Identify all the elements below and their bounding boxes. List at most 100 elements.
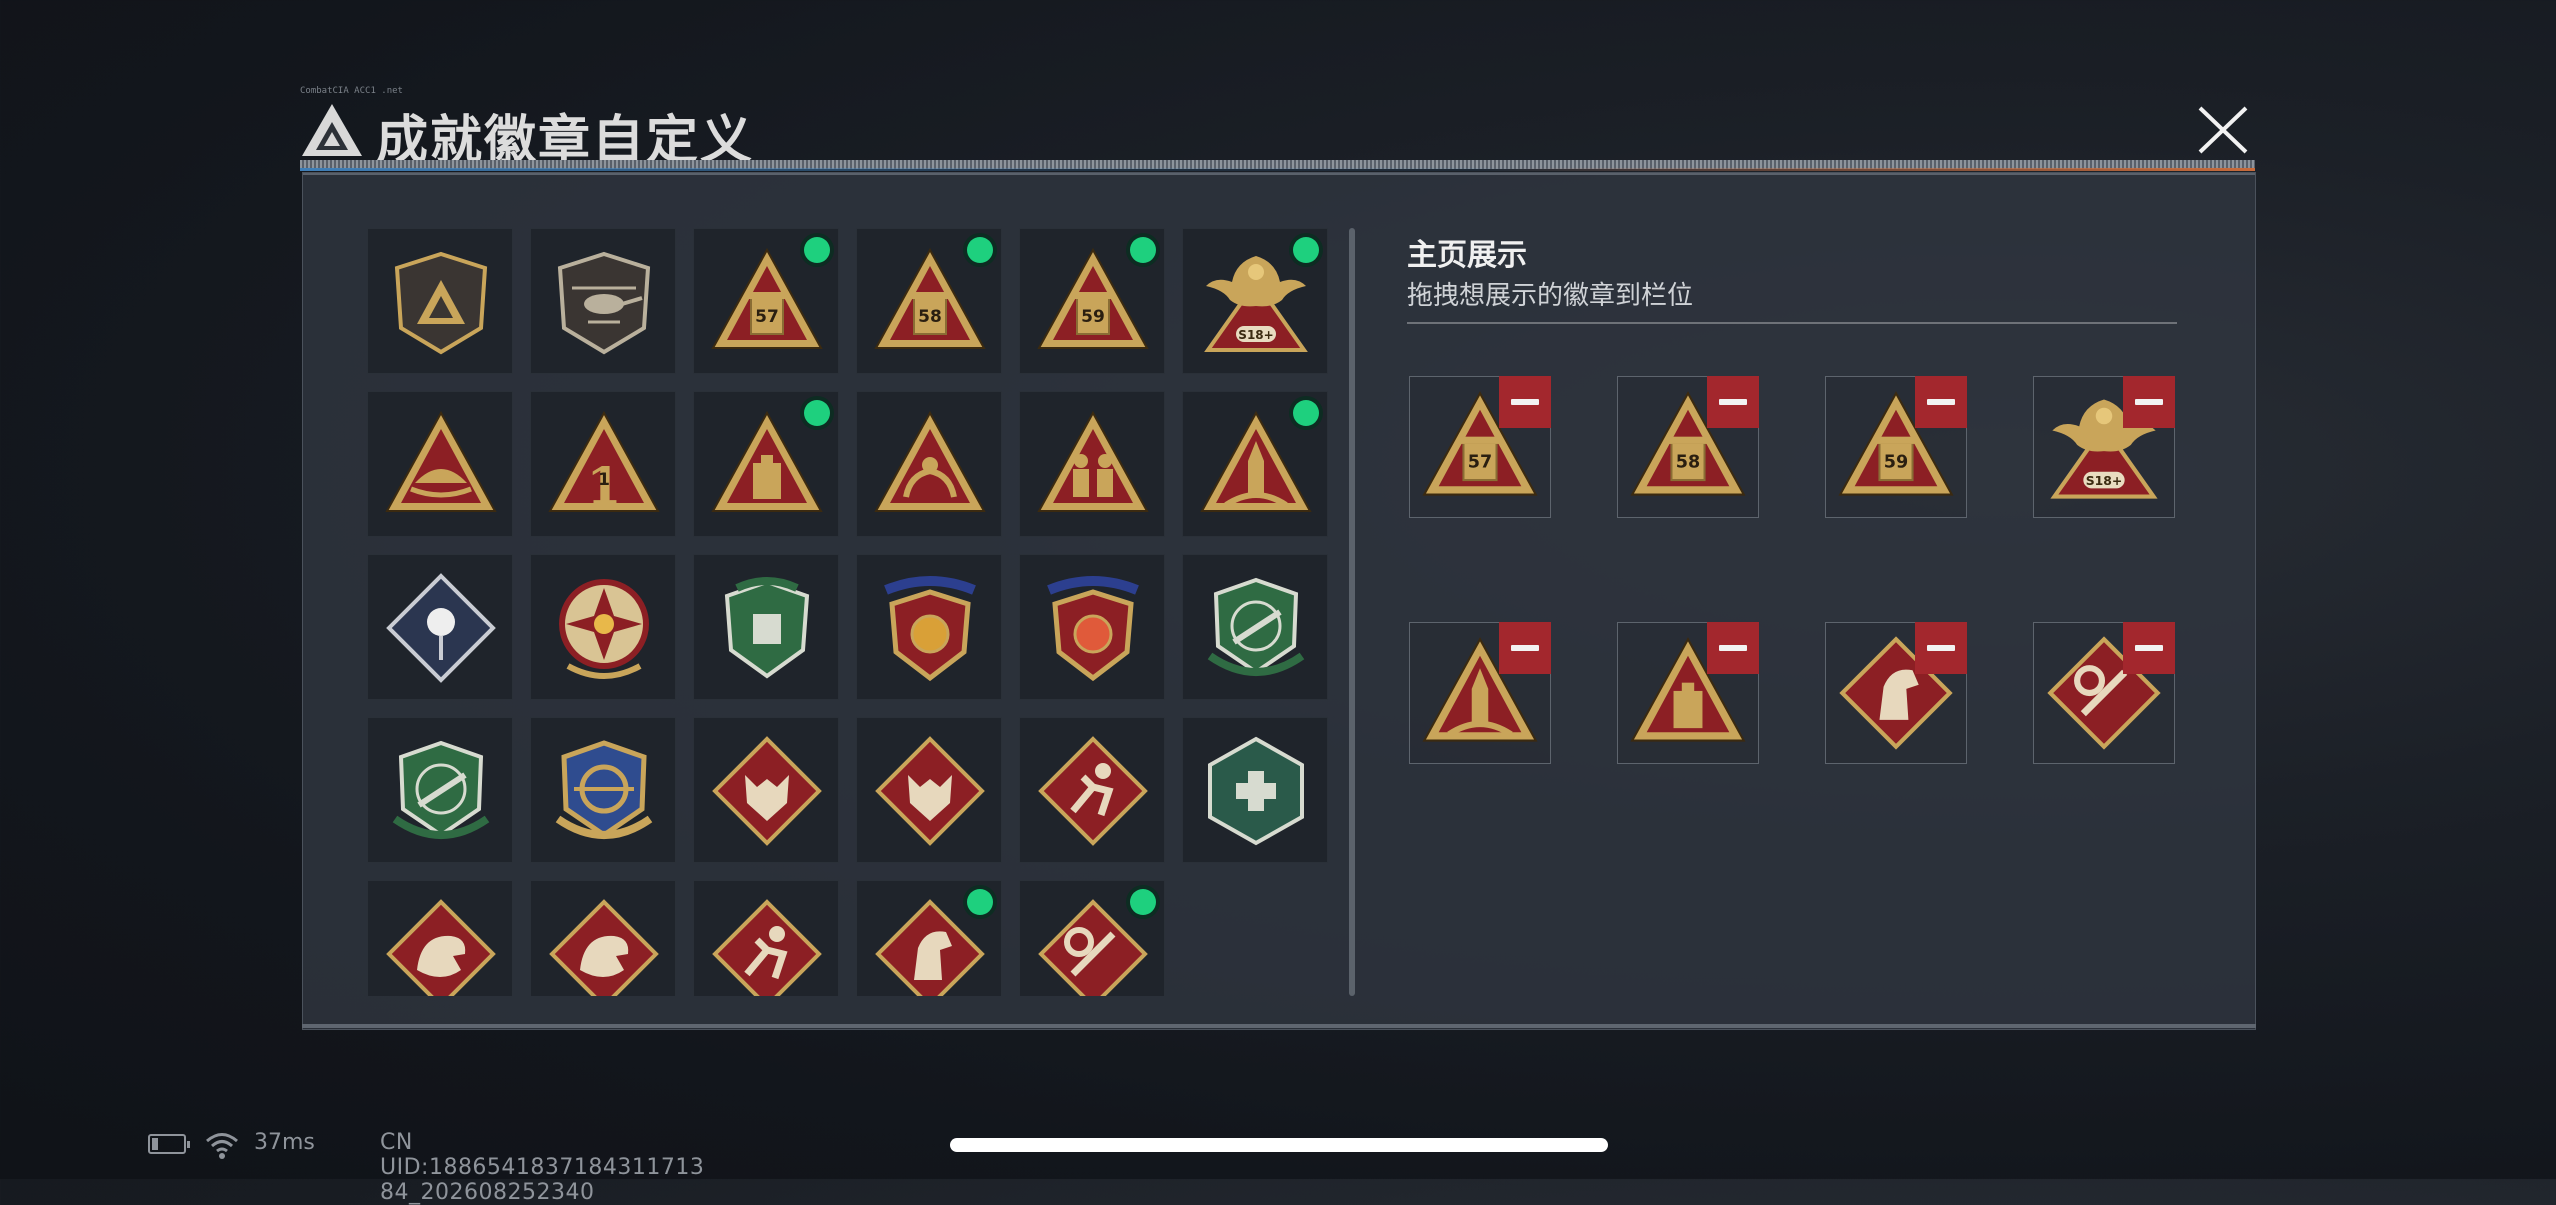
new-indicator-dot — [1130, 889, 1156, 915]
new-indicator-dot — [967, 237, 993, 263]
diamond-dragon-icon — [549, 899, 659, 996]
badge-item[interactable] — [856, 554, 1002, 700]
remove-badge-button[interactable] — [1915, 376, 1967, 428]
badge-item[interactable] — [530, 554, 676, 700]
tri-hands-icon — [874, 410, 986, 512]
showcase-slot[interactable] — [1409, 622, 1551, 764]
panel-bottom-edge — [302, 1024, 2256, 1028]
shield-logo-icon — [394, 251, 488, 355]
badge-item[interactable] — [530, 880, 676, 996]
badge-grid[interactable]: 57 58 59 S18+ 1 1 — [367, 228, 1335, 996]
remove-badge-button[interactable] — [1915, 622, 1967, 674]
svg-text:58: 58 — [918, 307, 942, 327]
svg-text:58: 58 — [1676, 453, 1700, 473]
new-indicator-dot — [967, 889, 993, 915]
showcase-slot[interactable]: 59 — [1825, 376, 1967, 518]
badge-item[interactable] — [367, 554, 513, 700]
showcase-slot[interactable]: S18+ — [2033, 376, 2175, 518]
new-indicator-dot — [804, 400, 830, 426]
badge-item[interactable] — [530, 228, 676, 374]
svg-text:1: 1 — [598, 470, 610, 490]
badge-item[interactable] — [1019, 717, 1165, 863]
diamond-rose-icon — [386, 573, 496, 683]
svg-text:57: 57 — [1468, 453, 1492, 473]
showcase-slot[interactable]: 57 — [1409, 376, 1551, 518]
diamond-wolf-icon — [875, 736, 985, 846]
remove-badge-button[interactable] — [2123, 376, 2175, 428]
remove-badge-button[interactable] — [1707, 622, 1759, 674]
close-button[interactable] — [2188, 100, 2258, 160]
new-indicator-dot — [1293, 237, 1319, 263]
diamond-runner-icon — [1038, 736, 1148, 846]
badge-item[interactable] — [856, 717, 1002, 863]
badge-item[interactable] — [367, 228, 513, 374]
showcase-subtitle: 拖拽想展示的徽章到栏位 — [1407, 281, 1694, 311]
badge-item[interactable]: 59 — [1019, 228, 1165, 374]
green-shield-icon — [724, 577, 810, 679]
badge-item[interactable] — [1019, 391, 1165, 537]
badge-item[interactable] — [367, 391, 513, 537]
remove-badge-button[interactable] — [2123, 622, 2175, 674]
badge-item[interactable] — [1182, 391, 1328, 537]
star-shield-gem-icon — [1047, 576, 1139, 682]
close-icon — [2198, 106, 2248, 154]
star-compass-icon — [559, 579, 649, 679]
new-indicator-dot — [1130, 237, 1156, 263]
diamond-runner-icon — [712, 899, 822, 996]
badge-item[interactable] — [1019, 880, 1165, 996]
battery-icon — [148, 1134, 190, 1154]
remove-badge-button[interactable] — [1499, 376, 1551, 428]
diamond-wolf-icon — [712, 736, 822, 846]
gold-crosshair-icon — [555, 740, 653, 839]
badge-item[interactable] — [856, 880, 1002, 996]
badge-grid-scrollbar[interactable] — [1349, 228, 1355, 996]
home-indicator[interactable] — [950, 1138, 1608, 1152]
remove-badge-button[interactable] — [1707, 376, 1759, 428]
badge-item[interactable] — [367, 880, 513, 996]
helicopter-shield-icon — [557, 251, 651, 355]
showcase-slot[interactable] — [1617, 622, 1759, 764]
badge-item[interactable] — [856, 391, 1002, 537]
badge-item[interactable] — [693, 391, 839, 537]
green-smg-icon — [392, 740, 490, 839]
badge-item[interactable] — [693, 554, 839, 700]
svg-text:59: 59 — [1884, 453, 1908, 473]
new-indicator-dot — [804, 237, 830, 263]
remove-badge-button[interactable] — [1499, 622, 1551, 674]
svg-text:57: 57 — [755, 307, 779, 327]
badge-item[interactable]: S18+ — [1182, 228, 1328, 374]
title-caption: CombatCIA ACC1 .net — [300, 86, 403, 96]
showcase-divider — [1407, 322, 2177, 324]
badge-item[interactable]: 57 — [693, 228, 839, 374]
badge-item[interactable]: 58 — [856, 228, 1002, 374]
badge-item[interactable] — [1182, 554, 1328, 700]
tri-soldiers-icon — [1037, 410, 1149, 512]
showcase-slot[interactable] — [1825, 622, 1967, 764]
svg-text:S18+: S18+ — [1238, 328, 1273, 342]
badge-item[interactable] — [693, 880, 839, 996]
badge-item[interactable] — [693, 717, 839, 863]
title-accent-line — [300, 168, 2255, 171]
delta-logo-icon — [302, 104, 362, 156]
diamond-dragon-icon — [386, 899, 496, 996]
svg-text:S18+: S18+ — [2086, 473, 2123, 488]
tri-number-one-icon: 11 — [548, 410, 660, 515]
showcase-slot[interactable] — [2033, 622, 2175, 764]
wifi-icon — [206, 1133, 238, 1159]
badge-item[interactable] — [1182, 717, 1328, 863]
uid-text: CN UID:1886541837184311713​84_2026082523… — [380, 1130, 705, 1205]
showcase-slot[interactable]: 58 — [1617, 376, 1759, 518]
badge-item[interactable]: 11 — [530, 391, 676, 537]
ping-value: 37ms — [254, 1130, 315, 1155]
tri-helmet-icon — [385, 410, 497, 512]
new-indicator-dot — [1293, 400, 1319, 426]
badge-item[interactable] — [1019, 554, 1165, 700]
badge-item[interactable] — [530, 717, 676, 863]
window-title-bar: CombatCIA ACC1 .net 成就徽章自定义 — [300, 86, 2260, 171]
badge-item[interactable] — [367, 717, 513, 863]
green-rifle-icon — [1207, 577, 1305, 676]
svg-text:59: 59 — [1081, 307, 1105, 327]
star-shield-icon — [884, 576, 976, 682]
hex-medic-icon — [1208, 736, 1304, 846]
showcase-heading: 主页展示 — [1407, 238, 1527, 273]
